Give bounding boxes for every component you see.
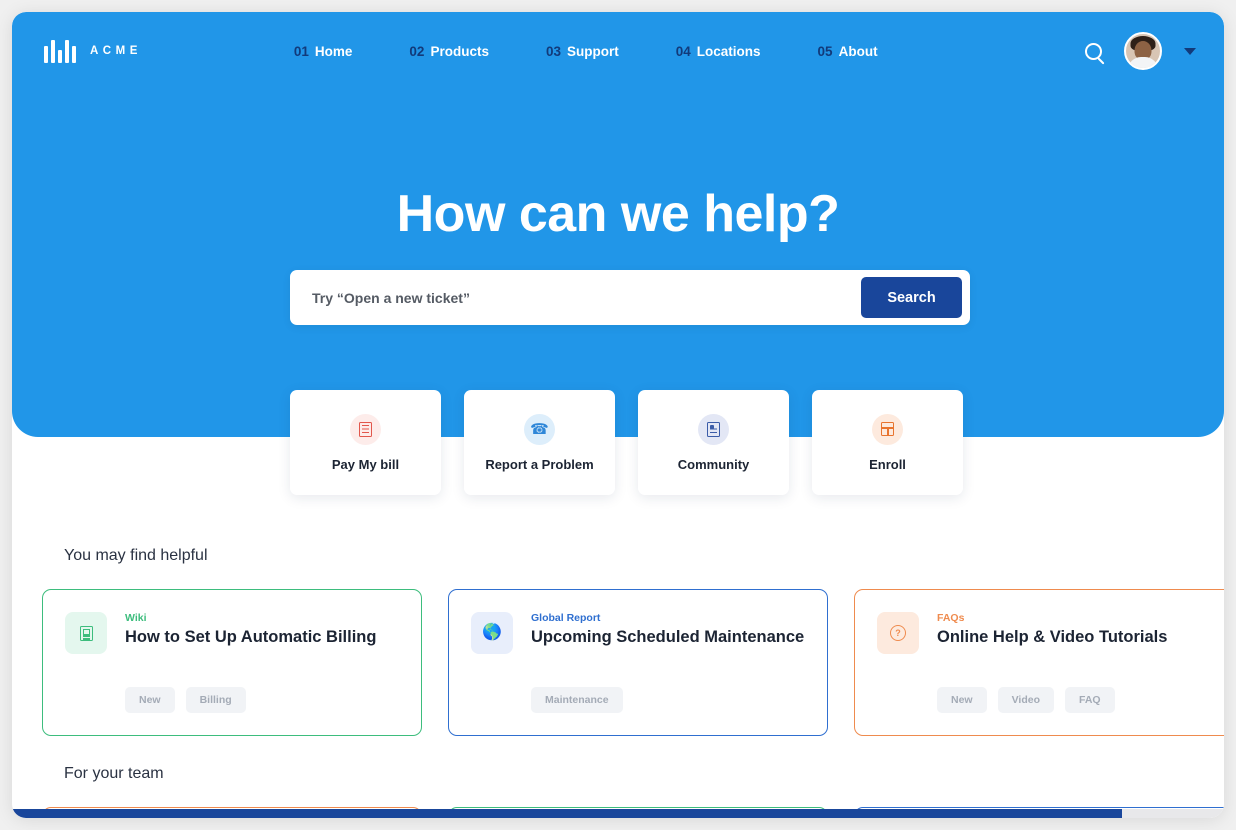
card-title: Upcoming Scheduled Maintenance xyxy=(531,628,805,646)
tag[interactable]: Maintenance xyxy=(531,687,623,713)
card-category: FAQs xyxy=(937,612,965,624)
card-text: Wiki How to Set Up Automatic Billing xyxy=(125,612,376,654)
horizontal-scrollbar[interactable] xyxy=(12,809,1224,818)
nav-right-controls xyxy=(1085,12,1196,90)
recommendation-card[interactable]: Wiki How to Set Up Automatic Billing New… xyxy=(42,589,422,736)
nav-links: 01 Home 02 Products 03 Support 04 Locati… xyxy=(294,44,878,59)
brand-logo[interactable]: ACME xyxy=(44,39,142,63)
card-header: ? FAQs Online Help & Video Tutorials xyxy=(877,612,1211,654)
card-tags: New Video FAQ xyxy=(937,687,1115,713)
page-title: How can we help? xyxy=(396,185,840,243)
nav-item-support[interactable]: 03 Support xyxy=(546,44,619,59)
card-tags: New Billing xyxy=(125,687,246,713)
search-button[interactable]: Search xyxy=(861,277,962,318)
nav-item-number: 04 xyxy=(675,43,691,59)
nav-item-number: 03 xyxy=(545,43,561,59)
wiki-icon xyxy=(65,612,107,654)
nav-item-locations[interactable]: 04 Locations xyxy=(676,44,761,59)
card-header: 🌎 Global Report Upcoming Scheduled Maint… xyxy=(471,612,805,654)
content-area: You may find helpful Wiki How to Set Up … xyxy=(12,437,1224,818)
card-category: Wiki xyxy=(125,612,147,624)
page-shell: ACME 01 Home 02 Products 03 Support 04 L… xyxy=(12,12,1224,818)
search-icon[interactable] xyxy=(1085,42,1102,60)
acme-bars-logo-icon xyxy=(44,39,76,63)
card-row-you-may-find-helpful: Wiki How to Set Up Automatic Billing New… xyxy=(12,589,1224,736)
nav-item-number: 05 xyxy=(817,43,833,59)
card-title: How to Set Up Automatic Billing xyxy=(125,628,377,646)
chevron-down-icon[interactable] xyxy=(1184,47,1196,55)
section-title-for-your-team: For your team xyxy=(64,765,164,782)
card-category: Global Report xyxy=(531,612,601,624)
tag[interactable]: Billing xyxy=(185,687,246,713)
search-input[interactable] xyxy=(312,289,861,306)
nav-item-label: Locations xyxy=(696,43,761,59)
nav-item-label: Products xyxy=(430,43,489,59)
card-header: Wiki How to Set Up Automatic Billing xyxy=(65,612,399,654)
question-circle-icon: ? xyxy=(877,612,919,654)
hero-search-bar: Search xyxy=(290,270,970,325)
nav-item-label: About xyxy=(838,43,878,59)
nav-item-number: 01 xyxy=(293,43,309,59)
nav-item-label: Support xyxy=(567,43,619,59)
tag[interactable]: New xyxy=(125,687,175,713)
scrollbar-thumb[interactable] xyxy=(12,809,1122,818)
recommendation-card[interactable]: ? FAQs Online Help & Video Tutorials New… xyxy=(854,589,1224,736)
hero-banner: ACME 01 Home 02 Products 03 Support 04 L… xyxy=(12,12,1224,495)
section-title-you-may-find-helpful: You may find helpful xyxy=(64,547,208,564)
recommendation-card[interactable]: 🌎 Global Report Upcoming Scheduled Maint… xyxy=(448,589,828,736)
tag[interactable]: New xyxy=(937,687,987,713)
nav-item-label: Home xyxy=(314,43,353,59)
top-navigation-bar: ACME 01 Home 02 Products 03 Support 04 L… xyxy=(12,12,1224,90)
nav-item-products[interactable]: 02 Products xyxy=(409,44,489,59)
card-text: FAQs Online Help & Video Tutorials xyxy=(937,612,1167,654)
card-tags: Maintenance xyxy=(531,687,623,713)
nav-item-home[interactable]: 01 Home xyxy=(294,44,353,59)
card-text: Global Report Upcoming Scheduled Mainten… xyxy=(531,612,804,654)
brand-name: ACME xyxy=(90,45,142,57)
tag[interactable]: Video xyxy=(997,687,1054,713)
nav-item-about[interactable]: 05 About xyxy=(818,44,878,59)
user-avatar[interactable] xyxy=(1124,32,1162,70)
nav-item-number: 02 xyxy=(409,43,425,59)
tag[interactable]: FAQ xyxy=(1065,687,1115,713)
avatar-body xyxy=(1128,57,1158,68)
globe-icon: 🌎 xyxy=(471,612,513,654)
card-title: Online Help & Video Tutorials xyxy=(937,628,1168,646)
